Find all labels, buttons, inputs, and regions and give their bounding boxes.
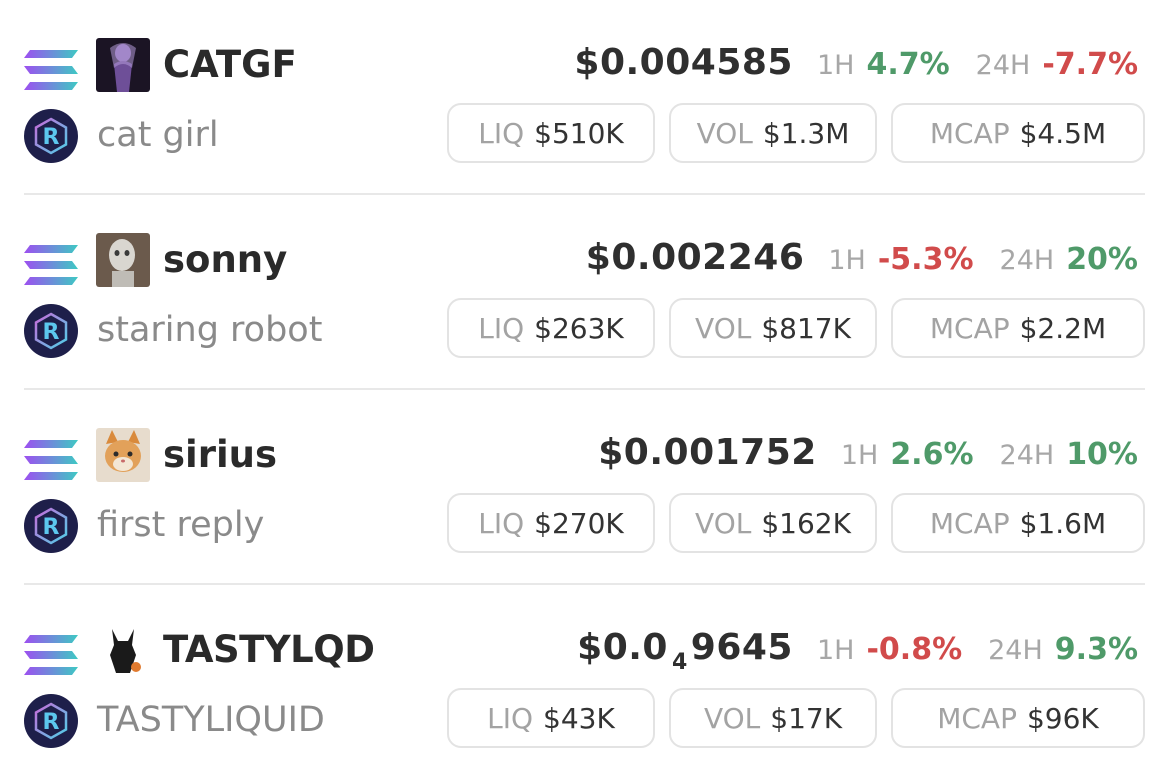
liquidity-pill[interactable]: LIQ $263K xyxy=(447,298,655,358)
token-row[interactable]: TASTYLQD $0.0 49645 1H -0.8% 24H 9.3% R T… xyxy=(0,585,1169,780)
label-24h: 24H xyxy=(975,50,1031,81)
market-cap-pill[interactable]: MCAP $1.6M xyxy=(891,493,1145,553)
token-symbol: sonny xyxy=(163,238,288,281)
token-price: $0.0 49645 xyxy=(577,627,793,675)
raydium-dex-icon: R xyxy=(24,109,78,163)
volume-pill[interactable]: VOL $17K xyxy=(669,688,877,748)
svg-text:R: R xyxy=(43,125,60,150)
mcap-label: MCAP xyxy=(929,506,1010,540)
stats-pills: LIQ $43K VOL $17K MCAP $96K xyxy=(447,688,1145,748)
liq-label: LIQ xyxy=(478,311,525,345)
solana-chain-icon xyxy=(24,635,78,675)
stats-pills: LIQ $263K VOL $817K MCAP $2.2M xyxy=(447,298,1145,358)
robot-avatar-icon xyxy=(96,233,150,287)
label-1h: 1H xyxy=(816,50,855,81)
stats-pills: LIQ $270K VOL $162K MCAP $1.6M xyxy=(447,493,1145,553)
volume-pill[interactable]: VOL $1.3M xyxy=(669,103,877,163)
token-name: cat girl xyxy=(97,115,219,155)
mcap-value: $4.5M xyxy=(1019,116,1107,150)
kitten-avatar-icon xyxy=(96,428,150,482)
token-row[interactable]: sonny $0.002246 1H -5.3% 24H 20% R stari… xyxy=(0,195,1169,390)
token-list: CATGF $0.004585 1H 4.7% 24H -7.7% R cat … xyxy=(0,0,1169,774)
token-row[interactable]: CATGF $0.004585 1H 4.7% 24H -7.7% R cat … xyxy=(0,0,1169,195)
market-cap-pill[interactable]: MCAP $2.2M xyxy=(891,298,1145,358)
label-1h: 1H xyxy=(816,635,855,666)
token-symbol: TASTYLQD xyxy=(163,628,375,671)
vol-value: $162K xyxy=(761,506,851,540)
vol-label: VOL xyxy=(695,311,752,345)
token-row[interactable]: sirius $0.001752 1H 2.6% 24H 10% R first… xyxy=(0,390,1169,585)
svg-text:R: R xyxy=(43,710,60,735)
mcap-value: $1.6M xyxy=(1019,506,1107,540)
liq-value: $270K xyxy=(534,506,624,540)
raydium-dex-icon: R xyxy=(24,499,78,553)
label-24h: 24H xyxy=(988,635,1043,666)
price-metrics: $0.004585 1H 4.7% 24H -7.7% xyxy=(574,42,1138,88)
change-1h: 4.7% xyxy=(866,47,950,82)
token-name: first reply xyxy=(97,505,265,545)
stats-pills: LIQ $510K VOL $1.3M MCAP $4.5M xyxy=(447,103,1145,163)
mcap-label: MCAP xyxy=(929,311,1010,345)
market-cap-pill[interactable]: MCAP $96K xyxy=(891,688,1145,748)
token-price: $0.001752 xyxy=(598,432,817,473)
change-1h: 2.6% xyxy=(890,437,974,472)
token-symbol: sirius xyxy=(163,433,277,476)
price-zero-count: 4 xyxy=(671,650,688,675)
fox-silhouette-avatar-icon xyxy=(96,623,150,677)
token-symbol: CATGF xyxy=(163,43,297,86)
mcap-value: $96K xyxy=(1026,701,1099,735)
liq-label: LIQ xyxy=(487,701,534,735)
anime-girl-avatar-icon xyxy=(96,38,150,92)
label-24h: 24H xyxy=(999,245,1055,276)
raydium-dex-icon: R xyxy=(24,694,78,748)
price-metrics: $0.001752 1H 2.6% 24H 10% xyxy=(598,432,1138,478)
liquidity-pill[interactable]: LIQ $43K xyxy=(447,688,655,748)
change-24h: 9.3% xyxy=(1054,632,1138,667)
change-1h: -0.8% xyxy=(866,632,963,667)
liq-value: $510K xyxy=(534,116,624,150)
vol-value: $817K xyxy=(761,311,851,345)
solana-chain-icon xyxy=(24,440,78,480)
mcap-label: MCAP xyxy=(937,701,1017,735)
price-metrics: $0.002246 1H -5.3% 24H 20% xyxy=(586,237,1138,283)
token-name: TASTYLIQUID xyxy=(97,700,325,740)
change-24h: 10% xyxy=(1066,437,1138,472)
price-metrics: $0.0 49645 1H -0.8% 24H 9.3% xyxy=(577,627,1138,675)
token-name: staring robot xyxy=(97,310,323,350)
label-1h: 1H xyxy=(840,440,879,471)
vol-value: $1.3M xyxy=(762,116,850,150)
vol-label: VOL xyxy=(695,506,752,540)
market-cap-pill[interactable]: MCAP $4.5M xyxy=(891,103,1145,163)
volume-pill[interactable]: VOL $817K xyxy=(669,298,877,358)
liq-label: LIQ xyxy=(478,506,525,540)
liq-value: $43K xyxy=(543,701,615,735)
vol-value: $17K xyxy=(770,701,843,735)
change-24h: -7.7% xyxy=(1042,47,1138,82)
mcap-value: $2.2M xyxy=(1019,311,1107,345)
raydium-dex-icon: R xyxy=(24,304,78,358)
label-1h: 1H xyxy=(828,245,866,276)
token-price: $0.004585 xyxy=(574,42,793,83)
vol-label: VOL xyxy=(696,116,753,150)
liq-value: $263K xyxy=(534,311,624,345)
solana-chain-icon xyxy=(24,50,78,90)
svg-text:R: R xyxy=(43,320,60,345)
liquidity-pill[interactable]: LIQ $510K xyxy=(447,103,655,163)
liquidity-pill[interactable]: LIQ $270K xyxy=(447,493,655,553)
vol-label: VOL xyxy=(703,701,761,735)
token-price: $0.002246 xyxy=(585,237,805,278)
change-24h: 20% xyxy=(1066,242,1138,277)
volume-pill[interactable]: VOL $162K xyxy=(669,493,877,553)
change-1h: -5.3% xyxy=(877,242,974,277)
label-24h: 24H xyxy=(999,440,1055,471)
svg-text:R: R xyxy=(43,515,60,540)
mcap-label: MCAP xyxy=(929,116,1010,150)
liq-label: LIQ xyxy=(478,116,525,150)
solana-chain-icon xyxy=(24,245,78,285)
